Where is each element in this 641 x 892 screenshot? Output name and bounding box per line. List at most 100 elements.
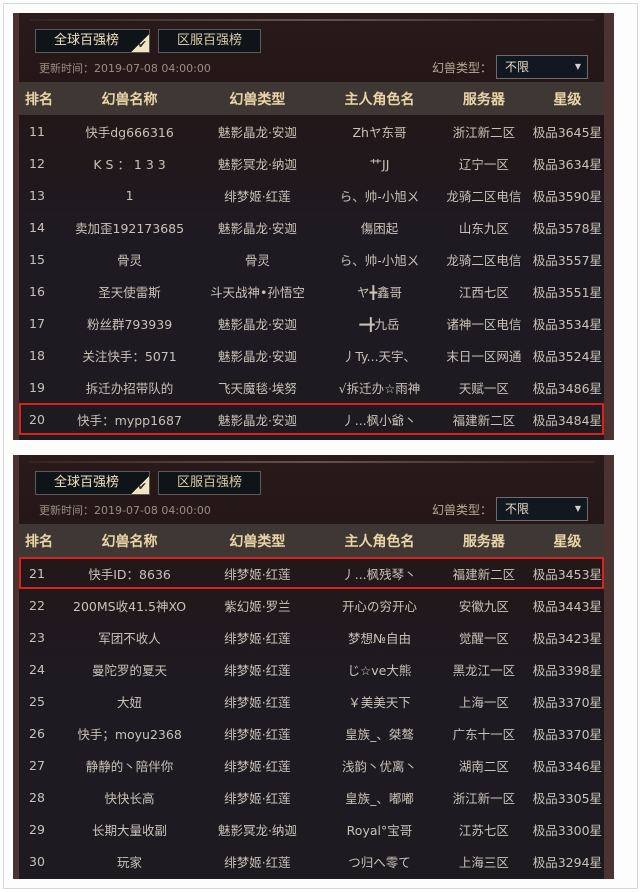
cell-pet-type: 魅影晶龙·安迦 [217,316,297,332]
tab-label: 区服百强榜 [177,475,243,490]
table-row: 14 卖加歪192173685 魅影晶龙·安迦 傷困起 山东九区 极品3578星 [19,211,604,243]
dropdown-arrow-icon: ▼ [574,62,581,71]
cell-server: 诸神一区电信 [446,316,522,332]
cell-pet-name: 玩家 [117,854,143,870]
tab-server-top100[interactable]: 区服百强榜 [158,29,262,53]
cell-server: 黑龙江一区 [452,662,516,678]
cell-owner: 浅韵丶优离丶 [341,758,417,774]
cell-pet-name: 快手dg666316 [85,124,174,140]
cell-owner: 丿...枫小爺丶 [342,412,417,428]
header-rank[interactable]: 排名 [19,89,66,109]
table-row: 21 快手ID：8636 绯梦姬·红莲 丿...枫残琴丶 福建新二区 极品3453星 [19,557,604,589]
pet-type-filter: 幻兽类型： 不限 ▼ [432,497,588,521]
tab-server-top100[interactable]: 区服百强榜 [158,471,262,495]
dropdown-arrow-icon: ▼ [574,504,581,513]
update-time: 更新时间：2019-07-08 04:00:00 [39,62,211,75]
table-header: 排名 幻兽名称 幻兽类型 主人角色名 服务器 星级 [19,82,604,115]
cell-pet-name: 200MS收41.5神XO [73,598,187,614]
header-rank[interactable]: 排名 [19,531,66,551]
cell-pet-type: 绯梦姬·红莲 [224,662,291,678]
header-owner[interactable]: 主人角色名 [322,89,437,109]
table-row: 16 圣天使雷斯 斗天战神•孙悟空 ヤ╋鑫哥 江西七区 极品3551星 [19,275,604,307]
cell-owner: 艹JJ [369,156,390,172]
cell-pet-type: 绯梦姬·红莲 [224,758,291,774]
cell-owner: ら、帅-小旭ㄨ [339,252,420,268]
cell-rank: 27 [29,757,45,773]
table-row: 22 200MS收41.5神XO 紫幻姬·罗兰 开心の穷开心 安徽九区 极品3443星 [19,589,604,621]
cell-pet-name: 粉丝群793939 [86,316,173,332]
cell-server: 江西七区 [458,284,509,300]
table-row: 20 快手：mypp1687 魅影晶龙·安迦 丿...枫小爺丶 福建新二区 极品3484星 [19,403,604,435]
cell-pet-type: 魅影晶龙·安迦 [217,220,297,236]
tab-global-top100[interactable]: 全球百强榜 ✔ [35,29,151,53]
cell-rank: 13 [29,187,45,203]
cell-pet-name: 1 [125,187,134,203]
cell-pet-name: 长期大量收副 [92,822,168,838]
header-pet-type[interactable]: 幻兽类型 [193,89,322,109]
cell-owner: ━╋九岳 [359,316,400,332]
header-pet-name[interactable]: 幻兽名称 [66,89,193,109]
filter-label: 幻兽类型： [431,502,492,517]
cell-owner: 皇族_、嘟嘟 [345,790,414,806]
cell-pet-type: 绯梦姬·红莲 [224,630,291,646]
cell-star: 极品3551星 [532,284,603,300]
cell-rank: 30 [29,853,45,869]
cell-pet-name: 快手：mypp1687 [77,412,182,428]
cell-pet-type: 紫幻姬·罗兰 [224,598,291,614]
select-value: 不限 [505,502,530,516]
cell-pet-type: 绯梦姬·红莲 [224,790,291,806]
cell-star: 极品3443星 [532,598,603,614]
cell-pet-name: K S ： 1 3 3 [93,156,166,172]
checkmark-icon: ✔ [131,34,150,52]
cell-pet-name: 关注快手：5071 [82,348,177,364]
header-star[interactable]: 星级 [531,531,604,551]
cell-owner: 丿...枫残琴丶 [342,566,417,582]
cell-pet-type: 魅影冥龙·纳迦 [217,156,297,172]
cell-server: 湖南二区 [458,758,509,774]
cell-server: 末日一区网通 [446,348,522,364]
pet-type-select[interactable]: 不限 ▼ [496,497,588,521]
cell-pet-type: 魅影晶龙·安迦 [217,124,297,140]
cell-server: 上海一区 [458,694,509,710]
header-owner[interactable]: 主人角色名 [322,531,437,551]
table-header: 排名 幻兽名称 幻兽类型 主人角色名 服务器 星级 [19,524,604,557]
table-row: 15 骨灵 骨灵 ら、帅-小旭ㄨ 龙骑二区电信 极品3557星 [19,243,604,275]
cell-server: 山东九区 [458,220,509,236]
cell-rank: 19 [29,379,45,395]
cell-server: 广东十一区 [452,726,516,742]
cell-rank: 11 [29,123,45,139]
cell-pet-type: 绯梦姬·红莲 [224,566,291,582]
header-server[interactable]: 服务器 [437,89,531,109]
cell-pet-name: 快手；moyu2368 [77,726,182,742]
leaderboard-tabs: 全球百强榜 ✔ 区服百强榜 [35,29,262,53]
cell-server: 辽宁一区 [458,156,509,172]
cell-rank: 23 [29,629,45,645]
cell-pet-name: 拆迁办招带队的 [85,380,174,396]
cell-server: 浙江新一区 [452,790,516,806]
cell-pet-type: 斗天战神•孙悟空 [209,284,305,300]
cell-rank: 18 [29,347,45,363]
pet-type-select[interactable]: 不限 ▼ [496,55,588,79]
cell-rank: 29 [29,821,45,837]
cell-pet-type: 绯梦姬·红莲 [224,726,291,742]
header-pet-type[interactable]: 幻兽类型 [193,531,322,551]
cell-rank: 16 [29,283,45,299]
cell-star: 极品3557星 [532,252,603,268]
checkmark-icon: ✔ [131,476,150,494]
cell-star: 极品3370星 [532,726,603,742]
cell-rank: 28 [29,789,45,805]
header-star[interactable]: 星级 [531,89,604,109]
leaderboard-tabs: 全球百强榜 ✔ 区服百强榜 [35,471,262,495]
header-pet-name[interactable]: 幻兽名称 [66,531,193,551]
cell-owner: 皇族_、桀骜 [345,726,414,742]
cell-pet-name: 圣天使雷斯 [98,284,161,300]
cell-pet-type: 绯梦姬·红莲 [224,854,291,870]
cell-star: 极品3590星 [532,188,603,204]
cell-star: 极品3645星 [532,124,603,140]
header-server[interactable]: 服务器 [437,531,531,551]
cell-server: 江苏七区 [458,822,509,838]
tab-global-top100[interactable]: 全球百强榜 ✔ [35,471,151,495]
cell-rank: 25 [29,693,45,709]
cell-star: 极品3300星 [532,822,603,838]
cell-owner: 开心の穷开心 [341,598,417,614]
